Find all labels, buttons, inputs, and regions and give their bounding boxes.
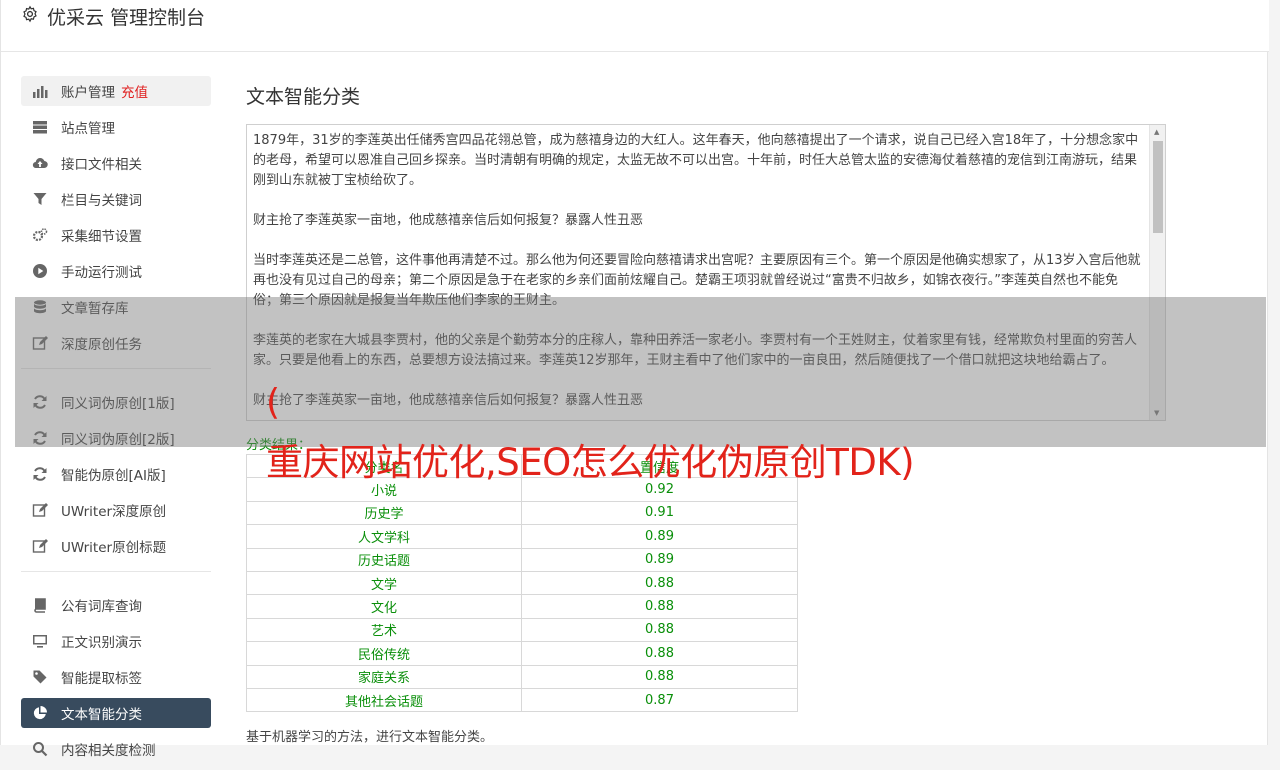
main-content: 文本智能分类 1879年，31岁的李莲英出任储秀宫四品花翎总管，成为慈禧身边的大… — [246, 82, 1166, 745]
sidebar-item-2-2[interactable]: 智能提取标签 — [21, 662, 211, 692]
top-bar: 优采云 管理控制台 — [1, 0, 1269, 52]
confidence-cell: 0.87 — [521, 687, 798, 713]
category-cell: 其他社会话题 — [246, 687, 522, 713]
table-row: 艺术 0.88 — [246, 617, 798, 643]
confidence-cell: 0.89 — [521, 547, 798, 572]
edit-icon — [31, 501, 49, 519]
sidebar-item-0-0[interactable]: 账户管理 充值 — [21, 76, 211, 106]
category-cell: 艺术 — [246, 617, 522, 643]
sidebar-item-label: 文本智能分类 — [61, 707, 142, 723]
scroll-up-icon[interactable]: ▲ — [1154, 128, 1159, 136]
sidebar-item-label: UWriter深度原创 — [61, 504, 167, 520]
sidebar-item-label: 智能伪原创[AI版] — [61, 468, 166, 484]
table-row: 文化 0.88 — [246, 594, 798, 619]
table-row: 民俗传统 0.88 — [246, 641, 798, 666]
category-cell: 历史话题 — [246, 547, 522, 572]
table-row: 其他社会话题 0.87 — [246, 687, 798, 713]
confidence-cell: 0.89 — [521, 524, 798, 549]
app-title[interactable]: 优采云 管理控制台 — [21, 3, 205, 30]
search-icon — [31, 740, 49, 758]
sidebar-item-label: 正文识别演示 — [61, 635, 142, 651]
category-cell: 文学 — [246, 570, 522, 596]
book-icon — [31, 596, 49, 614]
filter-icon — [31, 190, 49, 208]
cloud-upload-icon — [31, 154, 49, 172]
sidebar-item-label: 接口文件相关 — [61, 157, 142, 173]
app-title-text: 优采云 管理控制台 — [47, 7, 206, 29]
sidebar-item-2-4[interactable]: 内容相关度检测 — [21, 734, 211, 764]
confidence-cell: 0.88 — [521, 641, 798, 666]
refresh-icon — [31, 465, 49, 483]
table-row: 历史学 0.91 — [246, 500, 798, 526]
text-paragraph: 财主抢了李莲英家一亩地，他成慈禧亲信后如何报复？暴露人性丑恶 — [253, 213, 644, 228]
sidebar-item-0-1[interactable]: 站点管理 — [21, 112, 211, 142]
category-cell: 家庭关系 — [246, 664, 522, 689]
table-row: 文学 0.88 — [246, 570, 798, 596]
bar-chart-icon — [31, 82, 49, 100]
page-title: 文本智能分类 — [246, 86, 361, 108]
tag-icon — [31, 668, 49, 686]
server-icon — [31, 118, 49, 136]
sidebar-divider — [21, 571, 211, 572]
scroll-thumb[interactable] — [1153, 141, 1163, 233]
sidebar-item-0-5[interactable]: 手动运行测试 — [21, 256, 211, 286]
confidence-cell: 0.91 — [521, 500, 798, 526]
sidebar-item-0-3[interactable]: 栏目与关键词 — [21, 184, 211, 214]
category-cell: 文化 — [246, 594, 522, 619]
sidebar-item-label: 采集细节设置 — [61, 229, 142, 245]
pie-chart-icon — [31, 704, 49, 722]
sidebar-item-label: 智能提取标签 — [61, 671, 142, 687]
category-cell: 历史学 — [246, 500, 522, 526]
category-cell: 人文学科 — [246, 524, 522, 549]
sidebar-item-0-4[interactable]: 采集细节设置 — [21, 220, 211, 250]
confidence-cell: 0.88 — [521, 617, 798, 643]
table-row: 家庭关系 0.88 — [246, 664, 798, 689]
play-circle-icon — [31, 262, 49, 280]
confidence-cell: 0.88 — [521, 594, 798, 619]
table-row: 人文学科 0.89 — [246, 524, 798, 549]
sidebar-item-label: UWriter原创标题 — [61, 540, 167, 556]
footnote: 基于机器学习的方法，进行文本智能分类。 — [246, 730, 494, 745]
sidebar-item-label: 内容相关度检测 — [61, 743, 156, 759]
sidebar-item-2-0[interactable]: 公有词库查询 — [21, 590, 211, 620]
sidebar-item-label: 栏目与关键词 — [61, 193, 142, 209]
text-paragraph: 1879年，31岁的李莲英出任储秀宫四品花翎总管，成为慈禧身边的大红人。这年春天… — [253, 133, 1139, 188]
sidebar-item-label: 手动运行测试 — [61, 265, 142, 281]
watermark-paren: ( — [266, 382, 281, 423]
recharge-link[interactable]: 充值 — [121, 81, 148, 101]
result-table: 分类名 置信度 小说 0.92 历史学 0.91 人文学科 0.89 历史话题 0.89 文学 0.8… — [246, 453, 798, 713]
sidebar-item-1-4[interactable]: UWriter原创标题 — [21, 531, 211, 561]
watermark-title: 重庆网站优化,SEO怎么优化伪原创TDK) — [266, 441, 915, 484]
confidence-cell: 0.88 — [521, 570, 798, 596]
sidebar-item-1-3[interactable]: UWriter深度原创 — [21, 495, 211, 525]
confidence-cell: 0.88 — [521, 664, 798, 689]
sidebar-item-2-3[interactable]: 文本智能分类 — [21, 698, 211, 728]
sidebar-item-label: 公有词库查询 — [61, 599, 142, 615]
sidebar-item-label: 站点管理 — [61, 121, 115, 137]
gear-icon — [21, 5, 39, 28]
table-row: 历史话题 0.89 — [246, 547, 798, 572]
gears-icon — [31, 226, 49, 244]
edit-icon — [31, 537, 49, 555]
category-cell: 民俗传统 — [246, 641, 522, 666]
sidebar-item-2-1[interactable]: 正文识别演示 — [21, 626, 211, 656]
sidebar-item-1-2[interactable]: 智能伪原创[AI版] — [21, 459, 211, 489]
sidebar-item-label: 账户管理 — [61, 85, 115, 101]
sidebar-item-0-2[interactable]: 接口文件相关 — [21, 148, 211, 178]
watermark-overlay — [15, 297, 1266, 447]
monitor-icon — [31, 632, 49, 650]
